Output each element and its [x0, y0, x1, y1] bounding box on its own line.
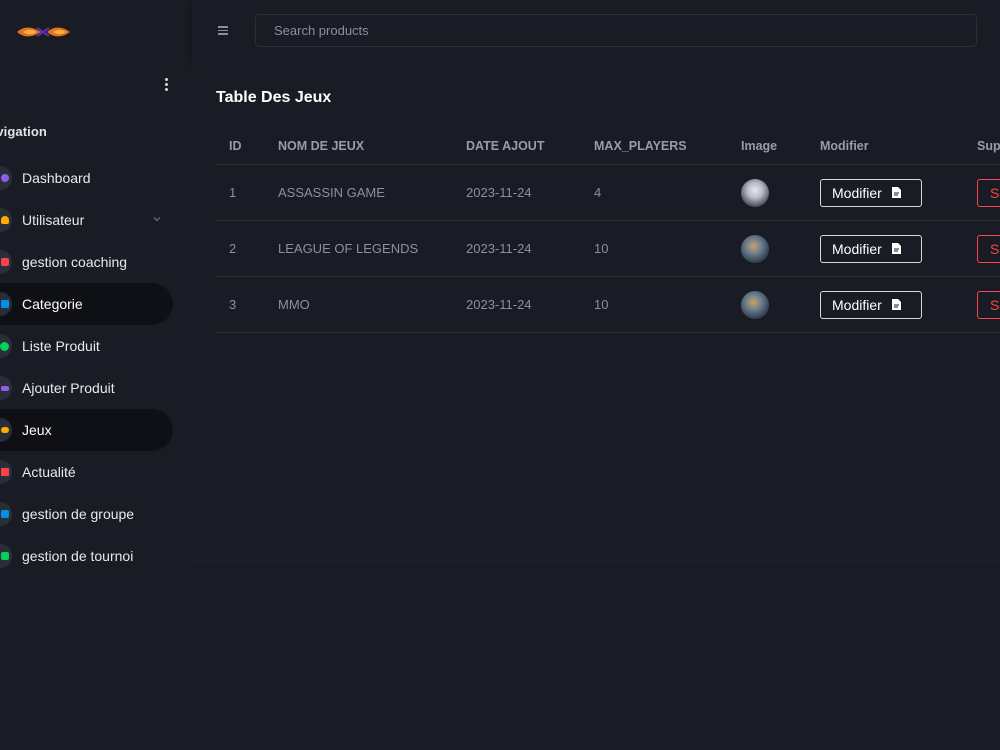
column-header-date: DATE AJOUT — [466, 127, 594, 165]
page-title: Table Des Jeux — [216, 89, 332, 106]
speedometer-icon — [0, 166, 12, 190]
cell-modifier: Modifier — [820, 220, 977, 277]
cell-image — [741, 164, 820, 221]
nav-category-label: avigation — [0, 124, 47, 139]
table-row: 3 MMO 2023-11-24 10 Modifier Su — [216, 276, 1000, 333]
chart-icon — [0, 250, 12, 274]
game-image — [741, 290, 769, 319]
chart-icon — [0, 502, 12, 526]
cell-image — [741, 276, 820, 333]
content-divider — [193, 561, 1000, 562]
cell-date: 2023-11-24 — [466, 164, 594, 221]
sidebar-item-label: Actualité — [22, 464, 76, 480]
gamepad-icon — [0, 418, 12, 442]
cell-supprimer: Su — [977, 164, 1000, 221]
modifier-button-label: Modifier — [832, 240, 882, 257]
main-content: Table Des Jeux ID NOM DE JEUX DATE AJOUT… — [193, 63, 1000, 561]
sidebar-item-actualite[interactable]: Actualité — [0, 451, 173, 493]
column-header-id: ID — [216, 127, 278, 165]
cell-nom: ASSASSIN GAME — [278, 164, 466, 221]
sidebar-item-label: gestion de tournoi — [22, 548, 134, 564]
sidebar: avigation Dashboard Utilisateur gestion … — [0, 0, 192, 750]
table-header-row: ID NOM DE JEUX DATE AJOUT MAX_PLAYERS Im… — [216, 127, 1000, 165]
modifier-button-label: Modifier — [832, 296, 882, 313]
search-input[interactable] — [255, 14, 977, 47]
file-edit-icon — [891, 243, 901, 254]
sidebar-item-label: Ajouter Produit — [22, 380, 115, 396]
brand — [0, 0, 192, 64]
sidebar-item-label: Liste Produit — [22, 338, 100, 354]
cell-id: 3 — [216, 276, 278, 333]
column-header-image: Image — [741, 127, 820, 165]
cell-max-players: 10 — [594, 220, 741, 277]
modifier-button-label: Modifier — [832, 184, 882, 201]
cell-modifier: Modifier — [820, 164, 977, 221]
modifier-button[interactable]: Modifier — [820, 290, 922, 319]
column-header-supprimer: Sup — [977, 127, 1000, 165]
sidebar-item-label: Categorie — [22, 296, 83, 312]
sidebar-item-label: Dashboard — [22, 170, 91, 186]
column-header-max-players: MAX_PLAYERS — [594, 127, 741, 165]
table-row: 2 LEAGUE OF LEGENDS 2023-11-24 10 Modifi… — [216, 220, 1000, 277]
cell-max-players: 10 — [594, 276, 741, 333]
sidebar-item-jeux[interactable]: Jeux — [0, 409, 173, 451]
cell-nom: MMO — [278, 276, 466, 333]
modifier-button[interactable]: Modifier — [820, 178, 922, 207]
folder-icon — [0, 292, 12, 316]
cell-image — [741, 220, 820, 277]
brand-logo[interactable] — [15, 24, 71, 40]
cell-max-players: 4 — [594, 164, 741, 221]
games-table: ID NOM DE JEUX DATE AJOUT MAX_PLAYERS Im… — [216, 127, 1000, 333]
column-header-nom: NOM DE JEUX — [278, 127, 466, 165]
cell-id: 1 — [216, 164, 278, 221]
chevron-down-icon — [153, 217, 161, 222]
sidebar-item-gestion-de-tournoi[interactable]: gestion de tournoi — [0, 535, 173, 577]
top-navbar — [192, 0, 1000, 63]
supprimer-button[interactable]: Su — [977, 178, 1000, 207]
sidebar-item-gestion-de-groupe[interactable]: gestion de groupe — [0, 493, 173, 535]
cell-id: 2 — [216, 220, 278, 277]
cell-nom: LEAGUE OF LEGENDS — [278, 220, 466, 277]
sidebar-nav: Dashboard Utilisateur gestion coaching C… — [0, 157, 192, 577]
cell-date: 2023-11-24 — [466, 276, 594, 333]
sidebar-item-dashboard[interactable]: Dashboard — [0, 157, 173, 199]
cell-date: 2023-11-24 — [466, 220, 594, 277]
supprimer-button[interactable]: Su — [977, 290, 1000, 319]
kebab-menu-icon[interactable] — [160, 74, 172, 94]
column-header-modifier: Modifier — [820, 127, 977, 165]
cell-supprimer: Su — [977, 220, 1000, 277]
sidebar-item-label: Jeux — [22, 422, 52, 438]
list-icon — [0, 376, 12, 400]
sidebar-item-label: gestion de groupe — [22, 506, 135, 522]
sidebar-item-utilisateur[interactable]: Utilisateur — [0, 199, 173, 241]
sidebar-item-liste-produit[interactable]: Liste Produit — [0, 325, 173, 367]
game-image — [741, 234, 769, 263]
table-row: 1 ASSASSIN GAME 2023-11-24 4 Modifier Su — [216, 164, 1000, 221]
supprimer-button[interactable]: Su — [977, 234, 1000, 263]
file-edit-icon — [891, 187, 901, 198]
file-edit-icon — [891, 299, 901, 310]
cell-modifier: Modifier — [820, 276, 977, 333]
sidebar-item-gestion-coaching[interactable]: gestion coaching — [0, 241, 173, 283]
news-icon — [0, 460, 12, 484]
sidebar-item-label: gestion coaching — [22, 254, 128, 270]
chart-icon — [0, 544, 12, 568]
modifier-button[interactable]: Modifier — [820, 234, 922, 263]
sidebar-item-ajouter-produit[interactable]: Ajouter Produit — [0, 367, 173, 409]
hamburger-menu-icon[interactable] — [218, 26, 228, 36]
sidebar-item-label: Utilisateur — [22, 212, 85, 228]
users-icon — [0, 208, 12, 232]
cell-supprimer: Su — [977, 276, 1000, 333]
sidebar-item-categorie[interactable]: Categorie — [0, 283, 173, 325]
dot-icon — [0, 334, 12, 358]
game-image — [741, 178, 769, 207]
